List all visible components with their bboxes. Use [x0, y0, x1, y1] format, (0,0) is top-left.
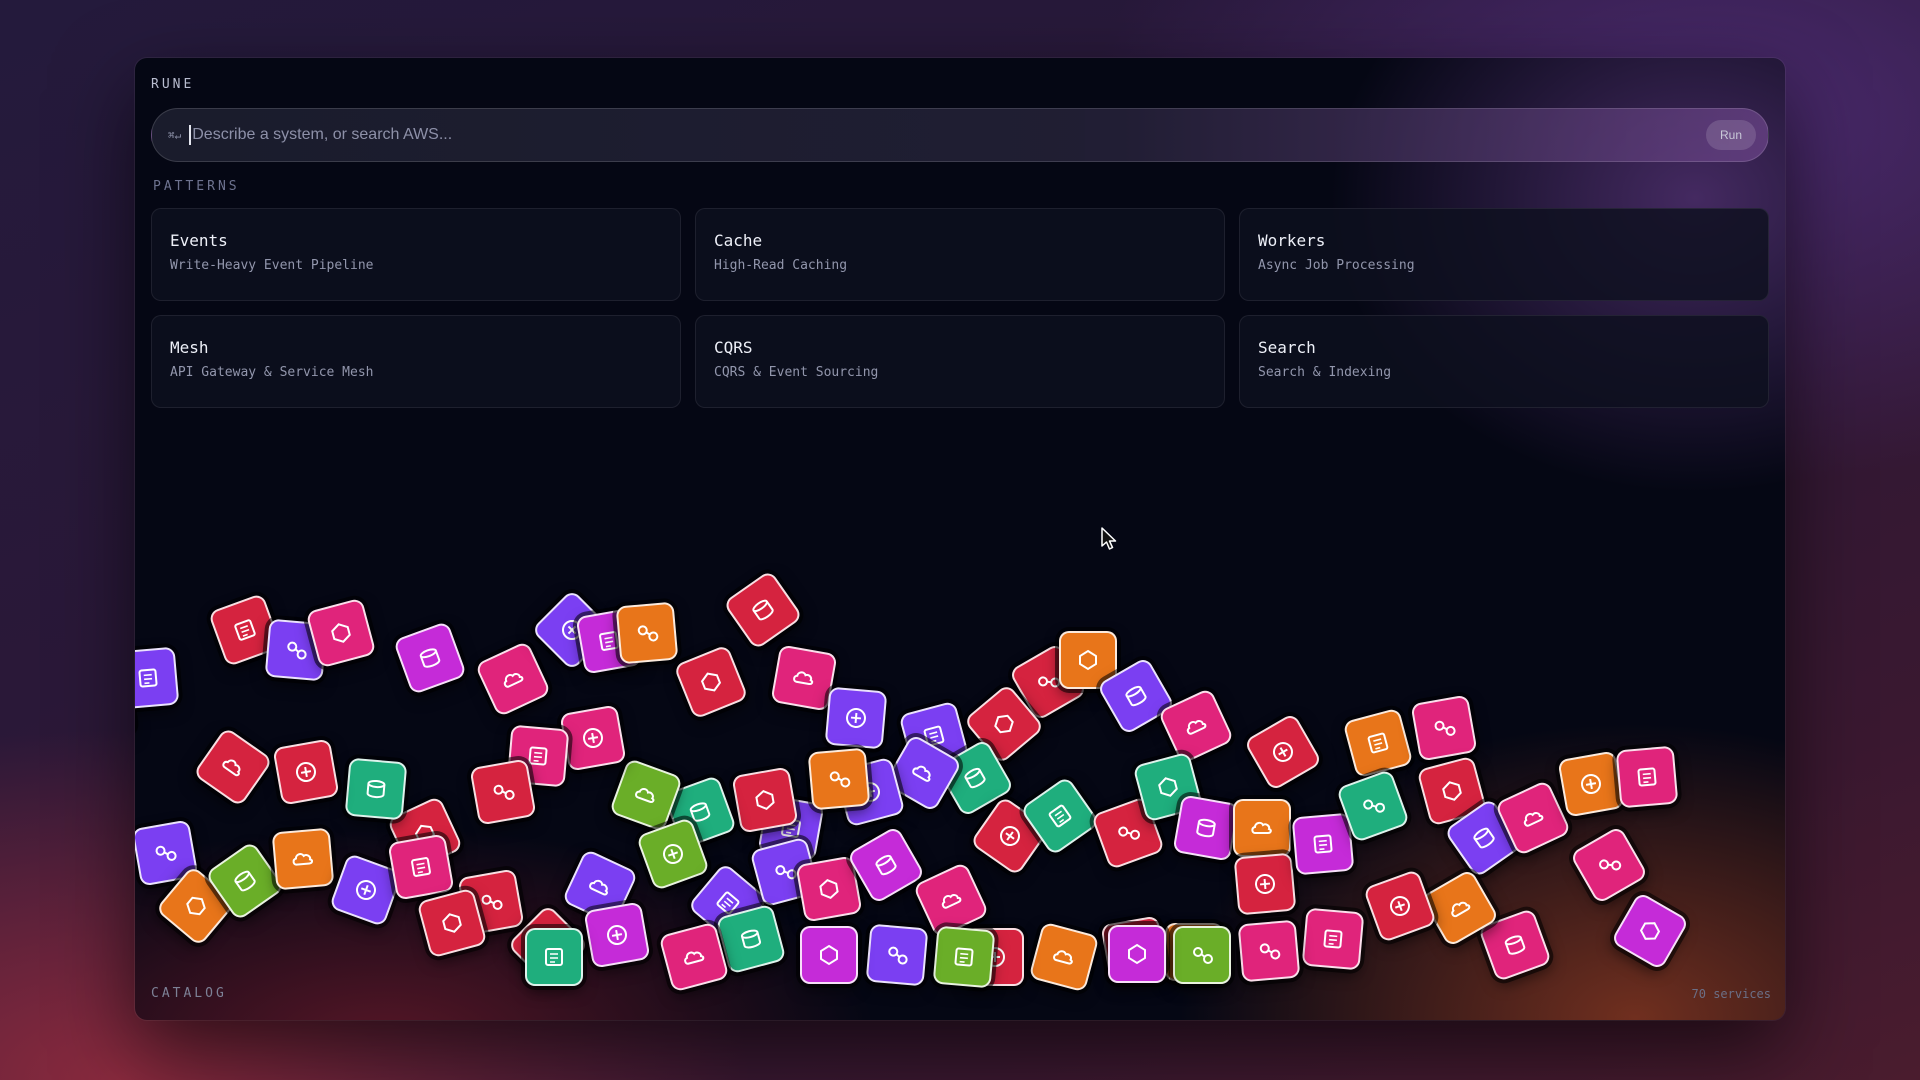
aws-service-icon[interactable]: [1233, 799, 1291, 857]
pattern-subtitle: Write-Heavy Event Pipeline: [170, 258, 374, 273]
aws-service-icon[interactable]: [1108, 925, 1166, 983]
aws-service-icon[interactable]: [1243, 712, 1323, 792]
aws-service-icon[interactable]: [1173, 926, 1231, 984]
pattern-subtitle: Async Job Processing: [1258, 258, 1415, 273]
aws-service-icon[interactable]: [135, 646, 180, 710]
aws-service-icon[interactable]: [559, 704, 627, 772]
aws-service-icon[interactable]: [722, 569, 804, 651]
pattern-title: Mesh: [170, 338, 209, 357]
aws-service-icon[interactable]: [474, 640, 552, 718]
aws-service-icon[interactable]: [731, 766, 799, 834]
pattern-subtitle: API Gateway & Service Mesh: [170, 365, 374, 380]
aws-service-icon[interactable]: [583, 901, 651, 969]
pattern-title: Cache: [714, 231, 763, 250]
pattern-title: CQRS: [714, 338, 753, 357]
aws-service-icon[interactable]: [192, 726, 274, 808]
app-title: RUNE: [151, 77, 195, 92]
aws-service-icon[interactable]: [615, 601, 679, 665]
pattern-subtitle: CQRS & Event Sourcing: [714, 365, 879, 380]
app-window: RUNE ⌘↵ Run PATTERNS Events Write-Heavy …: [135, 58, 1785, 1020]
aws-service-icon[interactable]: [344, 757, 408, 821]
aws-service-icon[interactable]: [1237, 919, 1301, 983]
aws-service-icon[interactable]: [800, 926, 858, 984]
aws-service-icon[interactable]: [824, 686, 888, 750]
aws-service-icon[interactable]: [1342, 707, 1414, 779]
aws-service-icon[interactable]: [387, 833, 455, 901]
aws-service-icon[interactable]: [525, 928, 583, 986]
aws-service-icon[interactable]: [1172, 794, 1240, 862]
pattern-card-cache[interactable]: Cache High-Read Caching: [695, 208, 1225, 301]
aws-service-icon[interactable]: [1291, 812, 1355, 876]
patterns-grid: Events Write-Heavy Event Pipeline Cache …: [151, 208, 1769, 408]
aws-service-icon[interactable]: [1557, 750, 1625, 818]
aws-service-icon[interactable]: [932, 925, 996, 989]
shortcut-hint: ⌘↵: [168, 128, 182, 142]
pattern-title: Events: [170, 231, 228, 250]
aws-service-icon[interactable]: [1028, 921, 1100, 993]
aws-service-icon[interactable]: [271, 827, 335, 891]
pattern-title: Workers: [1258, 231, 1326, 250]
pattern-card-events[interactable]: Events Write-Heavy Event Pipeline: [151, 208, 681, 301]
mouse-cursor-icon: [1101, 527, 1117, 550]
aws-service-icon[interactable]: [807, 747, 871, 811]
aws-service-icon[interactable]: [392, 620, 468, 696]
text-caret: [189, 125, 192, 145]
aws-service-icon[interactable]: [1301, 907, 1365, 971]
aws-service-icon[interactable]: [1615, 745, 1679, 809]
patterns-label: PATTERNS: [153, 179, 240, 194]
pattern-card-workers[interactable]: Workers Async Job Processing: [1239, 208, 1769, 301]
aws-service-icon[interactable]: [1362, 868, 1438, 944]
aws-service-icon[interactable]: [1610, 891, 1690, 971]
search-input[interactable]: [192, 126, 1706, 144]
pattern-card-cqrs[interactable]: CQRS CQRS & Event Sourcing: [695, 315, 1225, 408]
pattern-card-mesh[interactable]: Mesh API Gateway & Service Mesh: [151, 315, 681, 408]
aws-service-icon[interactable]: [469, 758, 537, 826]
pattern-subtitle: Search & Indexing: [1258, 365, 1392, 380]
pattern-card-search[interactable]: Search Search & Indexing: [1239, 315, 1769, 408]
aws-service-icon[interactable]: [673, 644, 749, 720]
pattern-subtitle: High-Read Caching: [714, 258, 848, 273]
command-bar[interactable]: ⌘↵ Run: [151, 108, 1769, 162]
run-button[interactable]: Run: [1706, 120, 1756, 150]
aws-service-icon[interactable]: [1233, 852, 1297, 916]
pattern-title: Search: [1258, 338, 1316, 357]
aws-service-icon[interactable]: [865, 923, 929, 987]
aws-service-icon[interactable]: [272, 738, 340, 806]
catalog-label: CATALOG: [151, 986, 227, 1001]
aws-service-icon[interactable]: [1410, 694, 1478, 762]
service-count: 70 services: [1691, 987, 1771, 1001]
aws-service-icon[interactable]: [1569, 825, 1649, 905]
